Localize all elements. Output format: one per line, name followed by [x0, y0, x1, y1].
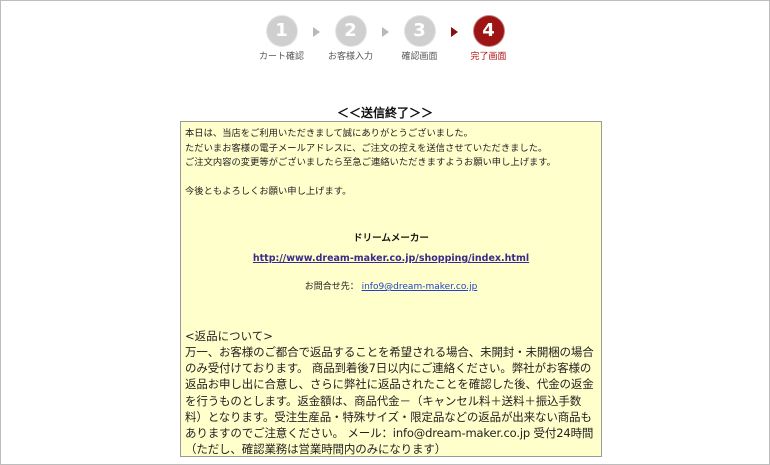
- step-customer-input: 2 お客様入力: [320, 16, 382, 62]
- completion-message-box: 本日は、当店をご利用いただきまして誠にありがとうございました。 ただいまお客様の…: [180, 121, 602, 457]
- shop-name: ドリームメーカー: [353, 233, 429, 244]
- contact-request-line: ご注文内容の変更等がございましたら至急ご連絡いただきますようお願い申し上げます。: [185, 157, 556, 168]
- checkout-steps: 1 カート確認 2 お客様入力 3 確認画面 4 完了画面: [0, 16, 770, 62]
- step-arrow-icon: [312, 27, 320, 37]
- returns-heading: <返品について>: [185, 329, 273, 343]
- page-title: ＜＜送信終了＞＞: [336, 106, 433, 120]
- returns-policy-text: 万一、お客様のご都合で返品することを希望される場合、未開封・未開梱の場合のみ受付…: [185, 345, 594, 457]
- step-complete-screen: 4 完了画面: [458, 16, 520, 62]
- step-arrow-icon: [450, 27, 458, 37]
- thanks-line: 本日は、当店をご利用いただきまして誠にありがとうございました。: [185, 128, 473, 139]
- step-label-2: お客様入力: [327, 52, 373, 62]
- step-arrow-icon: [381, 27, 389, 37]
- closing-line: 今後ともよろしくお願い申し上げます。: [185, 185, 352, 197]
- contact-email-link[interactable]: info9@dream-maker.co.jp: [362, 282, 478, 292]
- step-cart-confirm: 1 カート確認: [251, 16, 313, 62]
- step-number-4: 4: [473, 16, 504, 46]
- step-label-4: 完了画面: [470, 52, 507, 62]
- contact-info: お問合せ先： info9@dream-maker.co.jp: [185, 280, 597, 294]
- step-number-1: 1: [266, 16, 297, 46]
- contact-label: お問合せ先：: [304, 282, 359, 292]
- step-label-3: 確認画面: [401, 52, 438, 62]
- step-number-2: 2: [335, 16, 366, 46]
- shop-url-link[interactable]: http://www.dream-maker.co.jp/shopping/in…: [253, 253, 529, 264]
- step-number-3: 3: [404, 16, 435, 46]
- step-confirm-screen: 3 確認画面: [389, 16, 451, 62]
- step-label-1: カート確認: [258, 52, 304, 62]
- email-sent-line: ただいまお客様の電子メールアドレスに、ご注文の控えを送信させていただきました。: [185, 142, 548, 154]
